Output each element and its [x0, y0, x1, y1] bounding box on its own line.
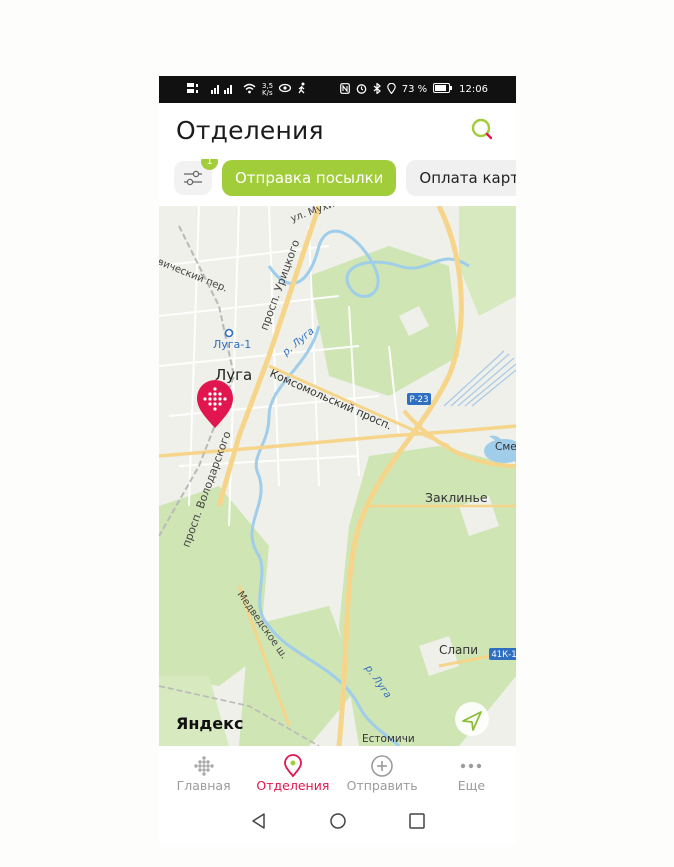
home-circle-icon: [329, 813, 346, 829]
status-left: 3,5 K/s: [187, 82, 307, 97]
nav-offices[interactable]: Отделения: [253, 754, 333, 793]
yandex-logo: Яндекс: [176, 714, 244, 733]
battery-percent: 73 %: [401, 84, 428, 95]
nav-more[interactable]: Еще: [431, 754, 511, 793]
wifi-icon: [243, 83, 256, 97]
page-title: Отделения: [176, 116, 324, 145]
chip-card-payment[interactable]: Оплата картой: [406, 160, 516, 196]
label-p23: Р-23: [409, 395, 428, 405]
alarm-icon: [356, 83, 367, 97]
chip-card-payment-label: Оплата картой: [419, 169, 516, 187]
status-right: 73 % 12:06: [339, 81, 488, 97]
filter-settings-button[interactable]: 1: [174, 159, 218, 195]
bottom-nav: Главная Отделения Отправить Еще: [159, 746, 516, 801]
plus-circle-icon: [370, 754, 394, 778]
system-nav-bar: [159, 801, 516, 845]
app-screen: 3,5 K/s 73 % 12:06 Отделения 1 Отправка …: [159, 76, 516, 845]
location-pin-icon: [283, 754, 303, 778]
station-icon: [224, 328, 234, 338]
page-header: Отделения: [159, 103, 516, 158]
sliders-icon: [184, 170, 202, 186]
search-icon: [471, 118, 493, 139]
nav-send[interactable]: Отправить: [342, 754, 422, 793]
system-recents-button[interactable]: [408, 812, 426, 834]
nav-home-label: Главная: [176, 778, 231, 793]
label-smeg: Сме: [495, 441, 516, 453]
home-dots-icon: [193, 754, 215, 778]
system-back-button[interactable]: [250, 812, 268, 834]
nav-offices-label: Отделения: [256, 778, 330, 793]
clock: 12:06: [459, 84, 488, 95]
walking-icon: [297, 82, 307, 97]
recents-square-icon: [408, 813, 425, 829]
location-status-icon: [386, 82, 396, 97]
label-luga1: Луга-1: [213, 338, 251, 351]
label-zaklinye: Заклинье: [425, 490, 488, 505]
label-41k: 41К-1: [491, 650, 516, 660]
chip-send-parcel[interactable]: Отправка посылки: [222, 160, 397, 196]
map-canvas[interactable]: Р-23 41К-1 ул. Мухина вический пер. прос…: [159, 206, 516, 746]
map-view[interactable]: Р-23 41К-1 ул. Мухина вический пер. прос…: [159, 206, 516, 746]
filter-bar: 1 Отправка посылки Оплата картой: [174, 159, 516, 197]
signal-icon: [211, 83, 237, 97]
battery-icon: [433, 83, 453, 96]
bluetooth-icon: [373, 81, 381, 97]
chip-send-parcel-label: Отправка посылки: [235, 169, 384, 187]
label-slapi: Слапи: [439, 643, 478, 657]
search-button[interactable]: [470, 117, 498, 145]
status-bar: 3,5 K/s 73 % 12:06: [159, 76, 516, 103]
nfc-icon: [339, 82, 350, 97]
sim-icon: [187, 82, 205, 97]
net-speed-unit: K/s: [262, 88, 273, 97]
net-speed: 3,5 K/s: [262, 82, 273, 97]
locate-me-button[interactable]: [455, 702, 489, 736]
label-estomichi: Естомичи: [362, 733, 415, 745]
eye-icon: [278, 83, 292, 96]
nav-send-label: Отправить: [346, 778, 418, 793]
nav-home[interactable]: Главная: [164, 754, 244, 793]
back-triangle-icon: [251, 813, 265, 829]
more-dots-icon: [459, 754, 483, 778]
system-home-button[interactable]: [329, 812, 347, 834]
nav-more-label: Еще: [457, 778, 486, 793]
filter-count-badge: 1: [201, 159, 218, 170]
